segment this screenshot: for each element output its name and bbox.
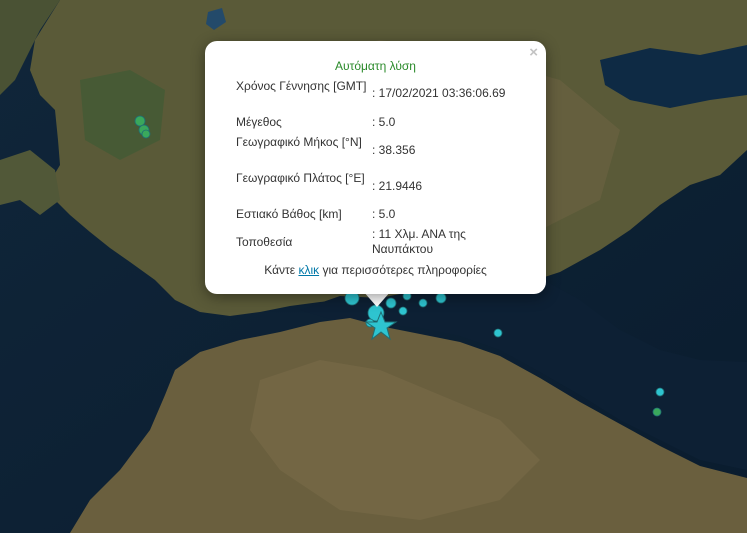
earthquake-marker-12[interactable] bbox=[493, 328, 503, 338]
earthquake-marker-10[interactable] bbox=[435, 292, 447, 304]
more-info-prefix: Κάντε bbox=[264, 263, 296, 277]
earthquake-marker-1[interactable] bbox=[134, 115, 146, 127]
row-label: Χρόνος Γέννησης [GMT] bbox=[236, 79, 367, 93]
row-value: : 17/02/2021 03:36:06.69 bbox=[372, 86, 506, 100]
row-label: Τοποθεσία bbox=[236, 235, 293, 249]
earthquake-marker-7[interactable] bbox=[398, 306, 408, 316]
earthquake-marker-14[interactable] bbox=[652, 407, 662, 417]
row-label: Μέγεθος bbox=[236, 115, 282, 129]
row-value: : 5.0 bbox=[372, 207, 396, 221]
earthquake-popup: × Αυτόματη λύση Χρόνος Γέννησης [GMT] : … bbox=[205, 41, 546, 294]
row-value: : 38.356 bbox=[372, 143, 416, 157]
earthquake-marker-13[interactable] bbox=[655, 387, 665, 397]
popup-title: Αυτόματη λύση bbox=[335, 59, 416, 73]
row-value: : 11 Χλμ. ΑΝΑ της Ναυπάκτου bbox=[372, 227, 466, 256]
earthquake-marker-3[interactable] bbox=[141, 129, 151, 139]
more-info-line: Κάντε κλικ για περισσότερες πληροφορίες bbox=[205, 263, 546, 277]
more-info-suffix: για περισσότερες πληροφορίες bbox=[322, 263, 487, 277]
more-info-link[interactable]: κλικ bbox=[298, 263, 319, 277]
row-label: Γεωγραφικό Μήκος [°N] bbox=[236, 135, 362, 149]
earthquake-marker-9[interactable] bbox=[418, 298, 428, 308]
row-label: Γεωγραφικό Πλάτος [°E] bbox=[236, 171, 365, 185]
row-value: : 21.9446 bbox=[372, 179, 423, 193]
row-label: Εστιακό Βάθος [km] bbox=[236, 207, 342, 221]
row-value: : 5.0 bbox=[372, 115, 396, 129]
